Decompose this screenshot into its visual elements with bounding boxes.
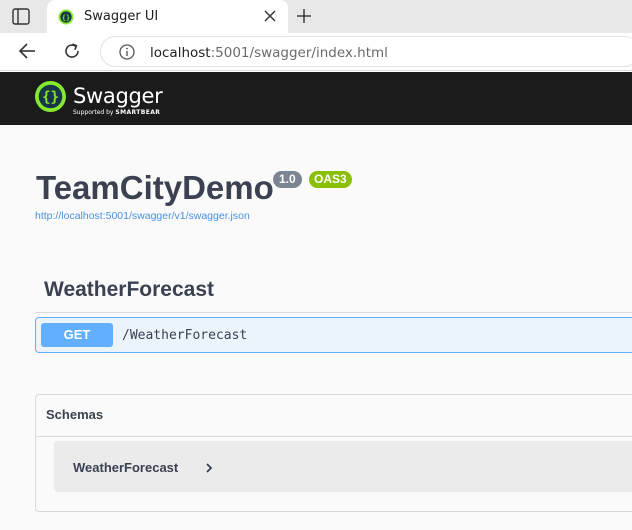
oas-badge: OAS3: [309, 171, 352, 188]
reload-icon[interactable]: [63, 42, 81, 60]
browser-toolbar: localhost:5001/swagger/index.html: [0, 33, 632, 71]
logo-trademark: ™: [147, 100, 151, 105]
svg-text:{}: {}: [42, 90, 59, 106]
browser-tab[interactable]: {} Swagger UI: [47, 0, 288, 33]
logo-subtitle: Supported by SMARTBEAR: [73, 109, 161, 116]
site-info-icon[interactable]: [119, 44, 135, 60]
operation-get-weatherforecast[interactable]: GET /WeatherForecast: [35, 317, 632, 353]
tab-actions-icon[interactable]: [12, 8, 30, 25]
swagger-logo-icon[interactable]: {}: [35, 81, 66, 112]
schemas-section: Schemas WeatherForecast: [35, 394, 632, 512]
back-arrow-icon[interactable]: [18, 43, 36, 59]
svg-text:{}: {}: [62, 14, 70, 22]
swagger-content: TeamCityDemo 1.0 OAS3 http://localhost:5…: [0, 125, 632, 530]
operation-path: /WeatherForecast: [122, 328, 248, 343]
tag-divider: [35, 312, 632, 313]
swagger-favicon-icon: {}: [58, 9, 74, 25]
version-badge: 1.0: [273, 171, 302, 188]
chevron-right-icon[interactable]: [205, 462, 213, 474]
swagger-topbar: {} Swagger ™ Supported by SMARTBEAR: [0, 72, 632, 125]
tag-heading[interactable]: WeatherForecast: [44, 278, 214, 302]
schemas-divider: [36, 436, 632, 437]
url-text: localhost:5001/swagger/index.html: [150, 45, 388, 61]
schema-item-weatherforecast[interactable]: WeatherForecast: [54, 441, 632, 492]
close-tab-icon[interactable]: [263, 9, 277, 23]
schema-name: WeatherForecast: [73, 460, 179, 475]
address-bar[interactable]: localhost:5001/swagger/index.html: [100, 36, 632, 67]
api-title: TeamCityDemo: [36, 169, 274, 206]
browser-tab-strip: {} Swagger UI: [0, 0, 632, 33]
tab-title: Swagger UI: [84, 9, 159, 24]
method-badge: GET: [41, 323, 113, 347]
schemas-heading[interactable]: Schemas: [46, 407, 103, 422]
new-tab-icon[interactable]: [296, 8, 312, 24]
spec-url-link[interactable]: http://localhost:5001/swagger/v1/swagger…: [35, 210, 250, 222]
